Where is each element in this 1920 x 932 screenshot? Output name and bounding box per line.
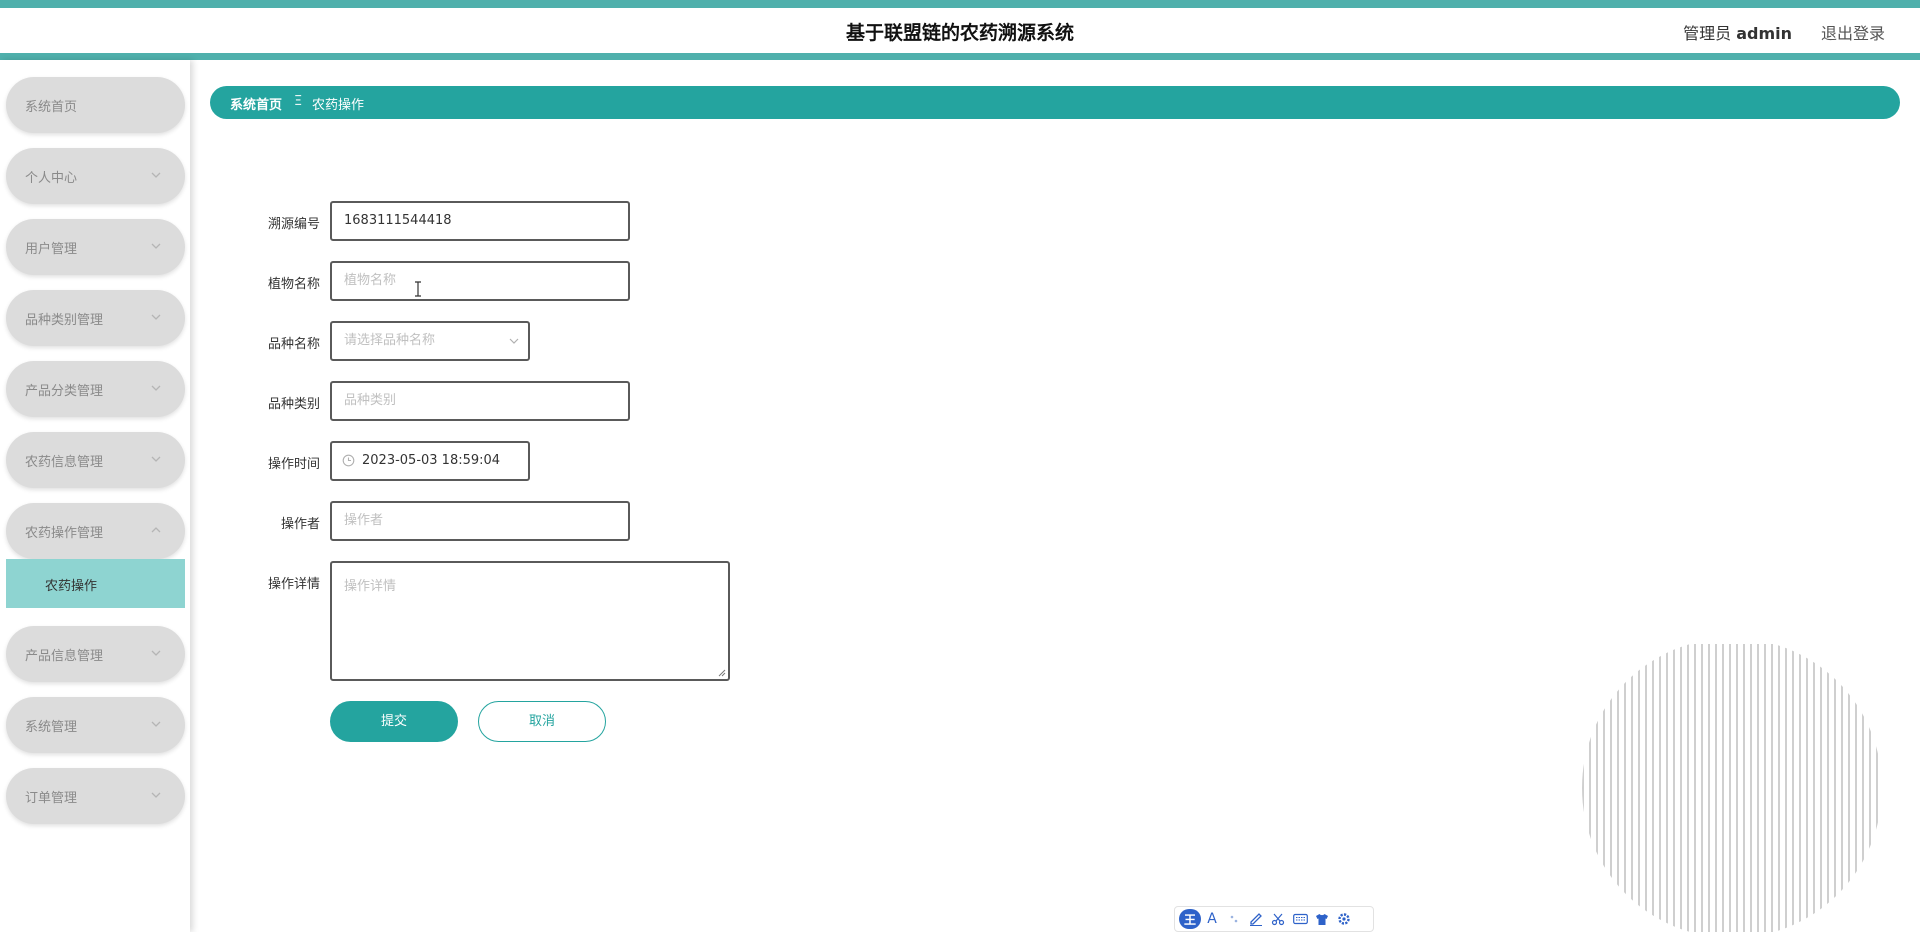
operator-label: 操作者: [280, 517, 320, 532]
operate-time-picker[interactable]: 2023-05-03 18:59:04: [330, 441, 530, 481]
operator-placeholder: 操作者: [344, 513, 384, 528]
trace-no-value: 1683111544418: [344, 213, 452, 228]
header-top-stripe: [0, 0, 1920, 8]
sidebar-item-label: 农药操作管理: [25, 526, 104, 541]
pen-icon[interactable]: [1245, 908, 1267, 930]
ime-toolbar: 王 A: [1174, 906, 1374, 932]
chevron-down-icon: [151, 650, 161, 656]
sidebar-item-label: 用户管理: [25, 242, 78, 257]
sidebar-item-label: 产品分类管理: [25, 384, 104, 399]
variety-category-field[interactable]: 品种类别: [330, 381, 630, 421]
details-placeholder: 操作详情: [344, 579, 397, 594]
decorative-striped-circle: [1582, 644, 1882, 932]
sidebar-item-user-management[interactable]: 用户管理: [6, 219, 185, 275]
sidebar-subitem-label: 农药操作: [45, 579, 98, 594]
operate-time-label: 操作时间: [267, 457, 320, 472]
trace-no-label: 溯源编号: [267, 217, 320, 232]
sidebar-item-label: 系统首页: [25, 100, 78, 115]
scissors-icon[interactable]: [1267, 908, 1289, 930]
sidebar-item-label: 农药信息管理: [25, 455, 104, 470]
submit-button[interactable]: 提交: [330, 701, 458, 742]
chevron-down-icon: [151, 721, 161, 727]
current-user: 管理员 admin: [1683, 20, 1792, 44]
header-bottom-stripe: [0, 53, 1920, 60]
header: 基于联盟链的农药溯源系统 管理员 admin 退出登录: [0, 8, 1920, 53]
chevron-down-icon: [151, 456, 161, 462]
breadcrumb-home[interactable]: 系统首页: [230, 94, 282, 113]
settings-icon[interactable]: [1333, 908, 1355, 930]
chevron-down-icon: [151, 243, 161, 249]
sidebar-item-pesticide-info[interactable]: 农药信息管理: [6, 432, 185, 488]
operate-time-value: 2023-05-03 18:59:04: [362, 453, 501, 468]
operator-field[interactable]: 操作者: [330, 501, 630, 541]
app-title: 基于联盟链的农药溯源系统: [845, 22, 1074, 44]
trace-no-field[interactable]: 1683111544418: [330, 201, 630, 241]
sidebar-item-order-management[interactable]: 订单管理: [6, 768, 185, 824]
chevron-up-icon: [151, 527, 161, 533]
logout-link[interactable]: 退出登录: [1821, 20, 1885, 44]
variety-category-label: 品种类别: [267, 397, 320, 412]
username: admin: [1736, 24, 1792, 43]
skin-icon[interactable]: [1311, 908, 1333, 930]
plant-name-field[interactable]: 植物名称: [330, 261, 630, 301]
chevron-down-icon: [151, 792, 161, 798]
variety-name-placeholder: 请选择品种名称: [344, 333, 436, 348]
sidebar-subitem-pesticide-operation[interactable]: 农药操作: [6, 559, 185, 608]
sidebar-item-system-management[interactable]: 系统管理: [6, 697, 185, 753]
punctuation-icon[interactable]: [1223, 908, 1245, 930]
details-textarea[interactable]: 操作详情: [330, 561, 730, 681]
breadcrumb: 系统首页 Ξ 农药操作: [210, 86, 1900, 119]
chevron-down-icon: [509, 338, 519, 344]
sidebar-item-product-category[interactable]: 产品分类管理: [6, 361, 185, 417]
sidebar-item-product-info[interactable]: 产品信息管理: [6, 626, 185, 682]
role-label: 管理员: [1683, 24, 1732, 43]
sidebar-item-label: 订单管理: [25, 791, 78, 806]
sidebar-item-variety-category[interactable]: 品种类别管理: [6, 290, 185, 346]
text-cursor-icon: [415, 281, 421, 297]
variety-name-select[interactable]: 请选择品种名称: [330, 321, 530, 361]
keyboard-icon[interactable]: [1289, 908, 1311, 930]
sidebar-item-label: 系统管理: [25, 720, 78, 735]
plant-name-placeholder: 植物名称: [344, 273, 397, 288]
sidebar-item-label: 品种类别管理: [25, 313, 104, 328]
cancel-button[interactable]: 取消: [478, 701, 606, 742]
sidebar-item-label: 个人中心: [25, 171, 78, 186]
chevron-down-icon: [151, 314, 161, 320]
chevron-down-icon: [151, 172, 161, 178]
plant-name-label: 植物名称: [267, 277, 320, 292]
resize-grip-icon[interactable]: [717, 668, 726, 677]
sidebar-item-pesticide-operation[interactable]: 农药操作管理: [6, 503, 185, 559]
font-icon[interactable]: A: [1201, 908, 1223, 930]
sidebar-item-personal-center[interactable]: 个人中心: [6, 148, 185, 204]
clock-icon: [342, 454, 355, 467]
sidebar-item-label: 产品信息管理: [25, 649, 104, 664]
breadcrumb-current: 农药操作: [312, 98, 365, 113]
ime-logo-icon[interactable]: 王: [1179, 909, 1201, 929]
chevron-down-icon: [151, 385, 161, 391]
sidebar-item-home[interactable]: 系统首页: [6, 77, 185, 133]
sidebar: 系统首页 个人中心 用户管理 品种类别管理 产品分类管理 农药信息管理 农药操作…: [0, 60, 190, 932]
details-label: 操作详情: [267, 577, 320, 592]
variety-category-placeholder: 品种类别: [344, 393, 397, 408]
breadcrumb-separator-icon: Ξ: [294, 94, 303, 109]
variety-name-label: 品种名称: [267, 337, 320, 352]
